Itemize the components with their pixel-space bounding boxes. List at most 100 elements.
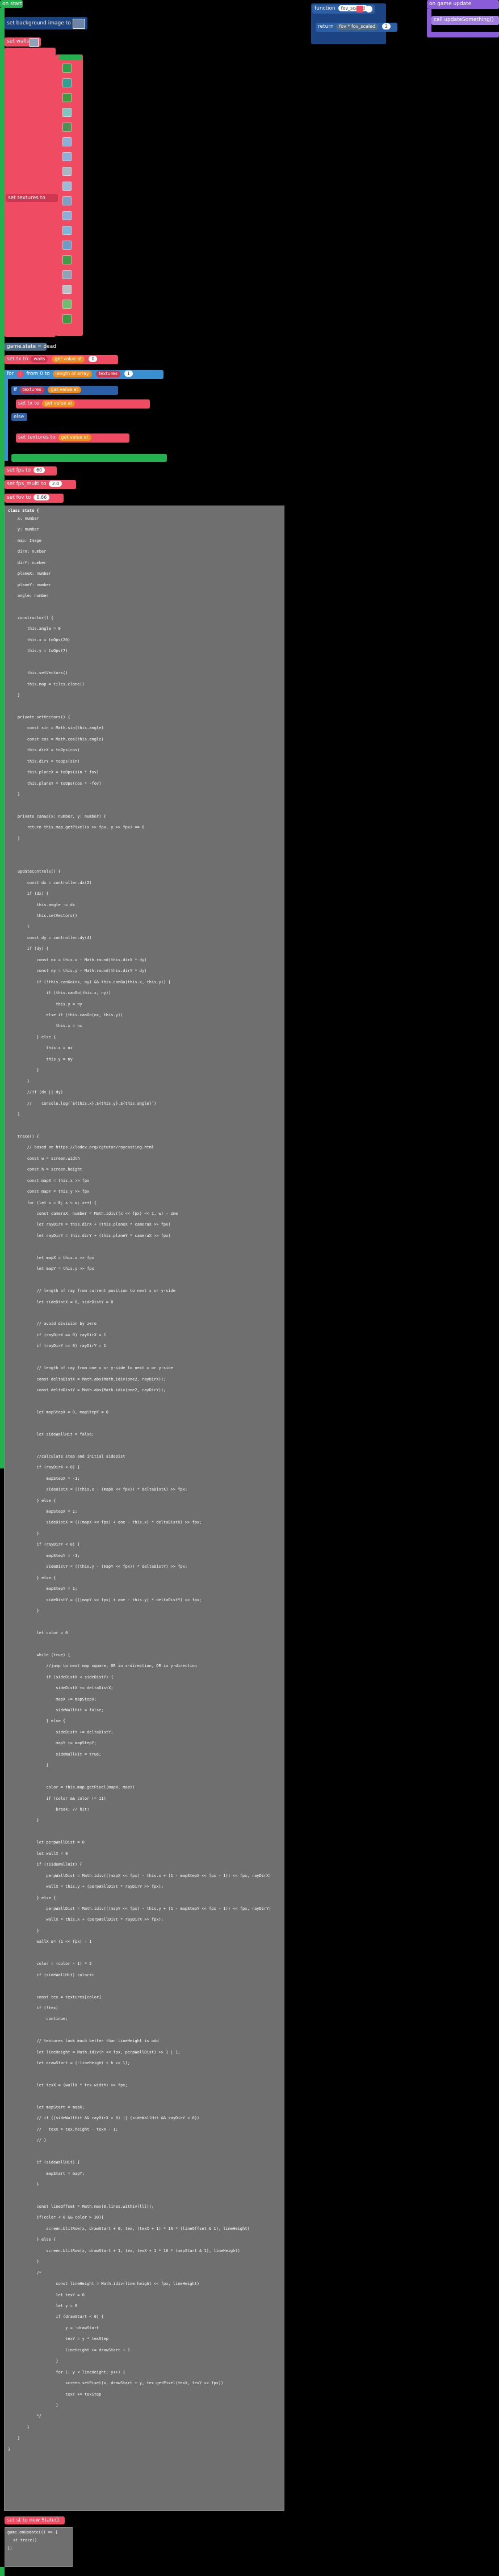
texture-swatch[interactable] [62,241,72,250]
set-fps-multi-block[interactable]: set fps_multi to 2.0 [5,480,76,489]
return-expression[interactable]: fov * fov_scaled [336,23,379,30]
texture-swatch[interactable] [62,123,72,132]
walls-image-thumbnail[interactable] [30,38,39,47]
walls-variable[interactable]: walls [31,356,48,363]
code-line: let mapY = this.y >> fpx [8,1266,94,1272]
on-game-update-block[interactable]: on game update [427,0,499,9]
code-line: trace() { [8,1134,39,1139]
fps-value[interactable]: 60 [33,467,45,473]
code-line: //if (dx || dy) [8,1090,63,1095]
code-line: const cameraX: number = Math.idiv((x << … [8,1211,178,1216]
code-line: if (rayDirY == 0) rayDirY = 1 [8,1344,106,1349]
texture-swatch[interactable] [62,285,72,294]
code-line: continue; [8,2017,68,2022]
length-of-array[interactable]: length of array [52,371,92,377]
game-state-block[interactable]: game.state = dead [5,343,56,351]
get-value-at-condition[interactable]: get value at [48,386,81,393]
code-line: this.setVectors() [8,914,78,918]
code-line: } [8,2359,58,2364]
code-line: let rayDirY = this.dirY + (this.planeY *… [8,1233,171,1238]
code-line: mapX += mapStepX; [8,1697,97,1702]
code-line: } [8,1928,39,1933]
code-line: mapStepY = 1; [8,1586,78,1592]
return-num[interactable]: 2 [381,23,391,30]
texture-swatch[interactable] [62,255,72,264]
texture-swatch[interactable] [62,314,72,323]
code-line: wallX = this.y + (perpWallDist * rayDirY… [8,1884,163,1889]
return-block[interactable]: return fov * fov_scaled 2 [316,23,397,32]
code-line: const w = screen.width [8,1156,80,1161]
texture-swatch[interactable] [62,270,72,279]
code-line: const lineHeight = Math.idiv(line.height… [8,2282,200,2287]
code-line: } [8,693,20,698]
textures-variable[interactable]: textures [95,371,120,377]
code-line: if (rayDirX < 0) { [8,1465,80,1470]
code-line: break; // hit! [8,1807,90,1812]
if-block[interactable]: if textures get value at [11,386,118,395]
textures-condition[interactable]: textures [19,386,44,393]
set-fov-block[interactable]: set fov to 0.66 [5,494,64,503]
texture-swatch[interactable] [62,93,72,102]
code-line: let sideWallHit = false; [8,1432,94,1437]
code-line: this.y = ny [8,1057,73,1062]
code-line: // length of ray from one x or y-side to… [8,1366,173,1371]
code-line: planeY: number [8,582,51,587]
set-st-block[interactable]: set st to new State() [5,2516,65,2524]
code-block[interactable]: class State { x: number y: number map: I… [4,506,284,2511]
code-line: const tex = textures[color] [8,1994,102,2000]
function-header[interactable]: function fov_scaled [312,5,375,14]
set-fps-block[interactable]: set fps to 60 [5,466,57,475]
set-walls-block[interactable]: set walls to [5,37,41,47]
texture-swatch[interactable] [62,226,72,235]
get-value-at[interactable]: get value at [52,356,85,363]
texture-swatch[interactable] [62,64,72,73]
set-textures-inner-block[interactable]: set textures to get value at [16,433,129,443]
texture-swatch[interactable] [62,196,72,205]
texture-swatch[interactable] [62,167,72,176]
spine-end [0,2567,5,2576]
texture-swatch[interactable] [62,300,72,309]
minus-one[interactable]: 1 [124,371,133,377]
background-image-thumbnail[interactable] [73,19,85,29]
get-value-at-inner[interactable]: get value at [42,400,76,407]
code-line: y: number [8,527,39,532]
set-tx-inner-block[interactable]: set tx to get value at [16,399,150,409]
code-line: if (dx) { [8,891,49,896]
code-line: x: number [8,516,39,521]
code-line: mapStart = mapY; [8,2171,85,2176]
fps-multi-value[interactable]: 2.0 [49,481,62,487]
on-game-update-label: on game update [429,1,472,7]
set-textures-label: set textures to [8,195,45,201]
code-line: else if (this.canGo(nx, this.y)) [8,1013,123,1017]
call-update-block[interactable]: call updateSomething() [431,16,499,25]
code-line: } [8,2436,20,2441]
texture-swatch[interactable] [62,152,72,161]
fov-value[interactable]: 0.66 [33,494,50,500]
code-line: // texX = tex.height - texX - 1; [8,2127,118,2132]
for-loop-block[interactable]: for i from 0 to length of array textures… [5,370,163,379]
remove-param-icon[interactable] [357,6,363,12]
else-block[interactable]: else [11,413,27,421]
texture-swatch[interactable] [62,78,72,87]
texture-swatch[interactable] [62,182,72,191]
on-start-block[interactable]: on start [0,0,23,8]
code-line: } else { [8,1498,56,1503]
code-line: this.dirY = toOps(sin) [8,759,80,764]
texture-swatch[interactable] [62,108,72,117]
add-param-icon[interactable] [366,6,372,12]
code-line: sideWallHit = true; [8,1752,102,1757]
code-line: map: Image [8,538,42,543]
game-update-block[interactable]: game.onUpdate(() => { st.trace() }) [5,2527,73,2567]
texture-swatch[interactable] [62,211,72,220]
return-label: return [318,24,334,30]
set-textures-block[interactable]: set textures to [6,194,58,202]
get-value-at-else[interactable]: get value at [58,434,91,441]
code-line: const mapX = this.x >> fpx [8,1178,90,1183]
set-tx-block[interactable]: set tx to walls get value at 0 [5,355,118,364]
code-line: //calculate step and initial sideDist [8,1454,125,1459]
code-line: mapY += mapStepY; [8,1741,97,1746]
set-background-block[interactable]: set background image to [5,17,87,30]
texture-swatch[interactable] [62,137,72,146]
index-zero[interactable]: 0 [89,356,98,362]
loop-index[interactable]: i [16,371,24,377]
